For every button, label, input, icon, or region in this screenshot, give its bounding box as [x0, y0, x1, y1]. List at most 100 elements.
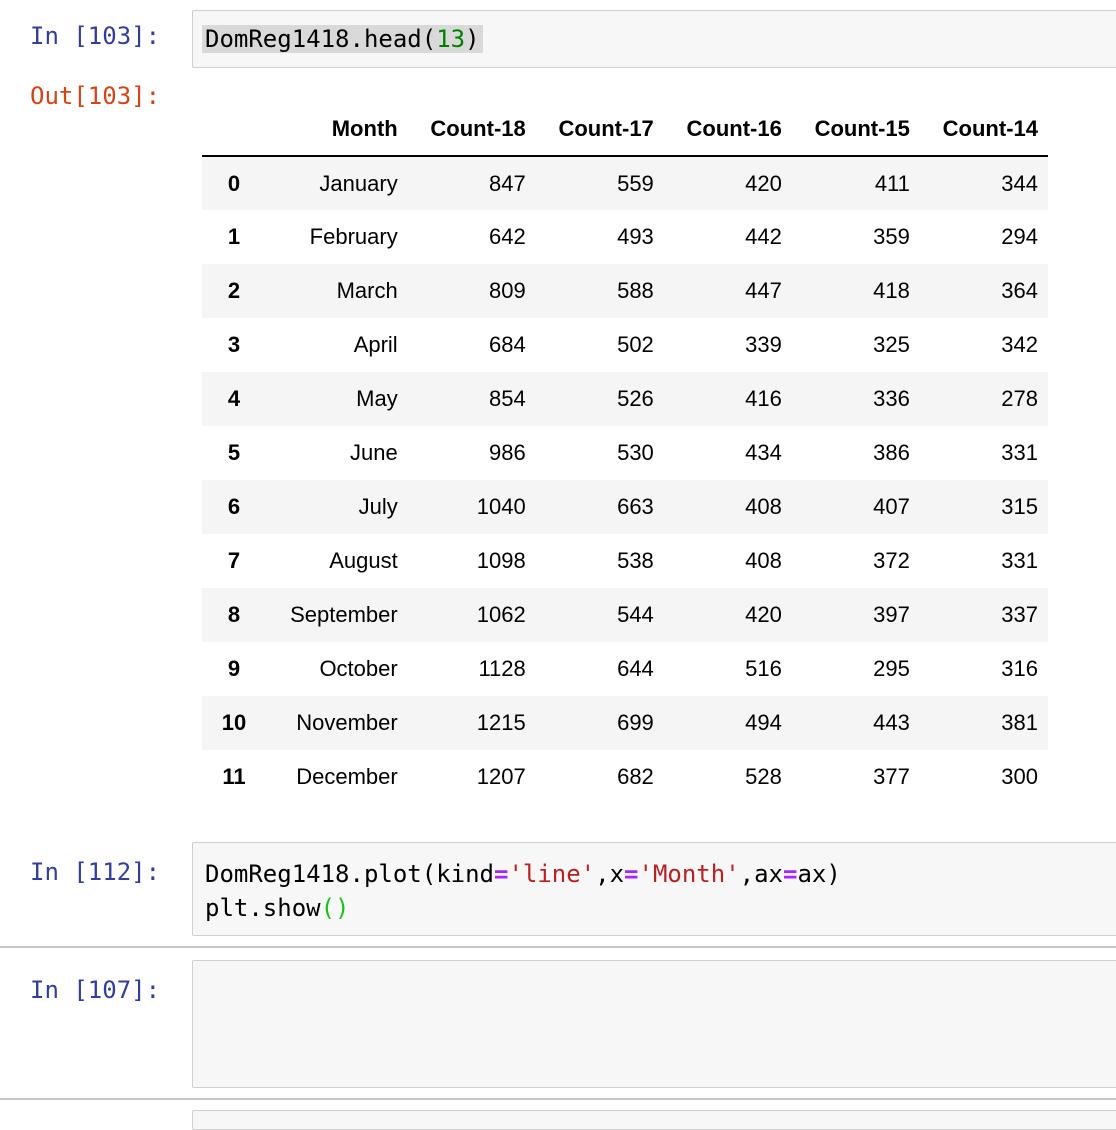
table-cell: April — [353, 332, 398, 357]
table-row: 1 February 642 493 442 359 294 — [202, 210, 1048, 264]
table-cell: 544 — [617, 602, 654, 627]
row-index: 11 — [222, 764, 246, 789]
table-cell: 337 — [1001, 602, 1038, 627]
column-header: Count-17 — [535, 103, 664, 157]
table-cell: 381 — [1001, 710, 1038, 735]
column-header: Month — [266, 103, 408, 157]
table-cell: 315 — [1001, 494, 1038, 519]
row-index: 10 — [221, 710, 247, 735]
table-row: 6 July 1040 663 408 407 315 — [202, 480, 1048, 534]
code-close-paren: ) — [465, 25, 480, 53]
code-show-call: plt.show — [205, 894, 321, 922]
code-plot-call: DomReg1418.plot(kind — [205, 860, 494, 888]
index-header — [202, 103, 266, 157]
column-header: Count-14 — [919, 103, 1048, 157]
table-cell: 372 — [873, 548, 910, 573]
table-row: 2 March 809 588 447 418 364 — [202, 264, 1048, 318]
table-row: 0 January 847 559 420 411 344 — [202, 156, 1048, 210]
table-cell: 538 — [617, 548, 654, 573]
table-cell: 331 — [1001, 548, 1038, 573]
table-cell: 699 — [617, 710, 654, 735]
table-cell: 325 — [873, 332, 910, 357]
table-cell: July — [358, 494, 398, 519]
table-cell: 295 — [873, 656, 910, 681]
table-cell: 530 — [617, 440, 654, 465]
code-call: DomReg1418.head( — [205, 25, 437, 53]
code-selection-highlight: DomReg1418.head(13) — [202, 25, 483, 53]
table-cell: 1062 — [476, 602, 526, 627]
table-cell: 847 — [489, 170, 526, 196]
table-cell: 1098 — [476, 548, 526, 573]
table-cell: 1207 — [476, 764, 526, 789]
table-row: 7 August 1098 538 408 372 331 — [202, 534, 1048, 588]
table-cell: 526 — [617, 386, 654, 411]
table-row: 4 May 854 526 416 336 278 — [202, 372, 1048, 426]
code-operator: = — [493, 860, 509, 888]
row-index: 0 — [227, 170, 241, 196]
row-index: 7 — [227, 548, 241, 573]
table-cell: 1040 — [476, 494, 526, 519]
table-cell: 1128 — [478, 656, 526, 681]
code-string: 'Month' — [638, 860, 740, 888]
table-cell: January — [319, 170, 398, 196]
table-cell: 493 — [617, 224, 654, 249]
table-cell: May — [356, 386, 398, 411]
cell-103-out-prompt: Out[103]: — [30, 82, 161, 110]
table-header-row: Month Count-18 Count-17 Count-16 Count-15 Cou… — [202, 103, 1048, 157]
table-cell: 682 — [617, 764, 654, 789]
table-cell: 300 — [1001, 764, 1038, 789]
table-cell: August — [329, 548, 398, 573]
table-cell: 416 — [745, 386, 782, 411]
cell-103-input[interactable]: DomReg1418.head(13) — [192, 10, 1116, 68]
table-cell: October — [319, 656, 398, 681]
cell-103-code: DomReg1418.head(13) — [202, 22, 483, 56]
code-string: 'line' — [508, 860, 596, 888]
cell-112-input[interactable]: DomReg1418.plot(kind='line',x='Month',ax… — [192, 842, 1116, 936]
table-cell: 420 — [745, 602, 782, 627]
table-cell: 447 — [745, 278, 782, 303]
column-header: Count-16 — [663, 103, 792, 157]
table-cell: 331 — [1001, 440, 1038, 465]
table-cell: 342 — [1001, 332, 1038, 357]
column-header: Count-15 — [791, 103, 920, 157]
table-cell: 684 — [489, 332, 526, 357]
cell-107-in-prompt: In [107]: — [30, 976, 161, 1004]
next-cell-input[interactable] — [192, 1110, 1116, 1130]
row-index: 1 — [227, 224, 241, 249]
table-cell: 1215 — [476, 710, 526, 735]
table-cell: 408 — [745, 494, 782, 519]
table-cell: 407 — [873, 494, 910, 519]
table-cell: 344 — [1001, 170, 1038, 196]
code-text: ,ax — [739, 860, 784, 888]
table-cell: 809 — [489, 278, 526, 303]
table-cell: 336 — [873, 386, 910, 411]
table-cell: September — [290, 602, 398, 627]
table-cell: 397 — [873, 602, 910, 627]
table-cell: 494 — [745, 710, 782, 735]
cell-divider — [0, 946, 1116, 948]
table-cell: 528 — [745, 764, 782, 789]
row-index: 4 — [227, 386, 241, 411]
code-operator: = — [783, 860, 798, 888]
table-cell: June — [349, 440, 398, 465]
row-index: 5 — [227, 440, 241, 465]
table-cell: November — [296, 710, 398, 735]
table-cell: March — [336, 278, 398, 303]
row-index: 8 — [227, 602, 241, 627]
table-row: 11 December 1207 682 528 377 300 — [202, 750, 1048, 804]
table-cell: December — [296, 764, 398, 789]
table-row: 5 June 986 530 434 386 331 — [202, 426, 1048, 480]
table-cell: 278 — [1001, 386, 1038, 411]
table-cell: February — [309, 224, 398, 249]
table-cell: 854 — [489, 386, 526, 411]
table-cell: 559 — [617, 170, 654, 196]
table-cell: 339 — [745, 332, 782, 357]
column-header: Count-18 — [407, 103, 536, 157]
cell-107-input[interactable] — [192, 960, 1116, 1088]
table-row: 3 April 684 502 339 325 342 — [202, 318, 1048, 372]
table-cell: 588 — [617, 278, 654, 303]
table-cell: 434 — [745, 440, 782, 465]
row-index: 2 — [227, 278, 241, 303]
table-row: 8 September 1062 544 420 397 337 — [202, 588, 1048, 642]
cell-112-code: DomReg1418.plot(kind='line',x='Month',ax… — [205, 857, 841, 925]
